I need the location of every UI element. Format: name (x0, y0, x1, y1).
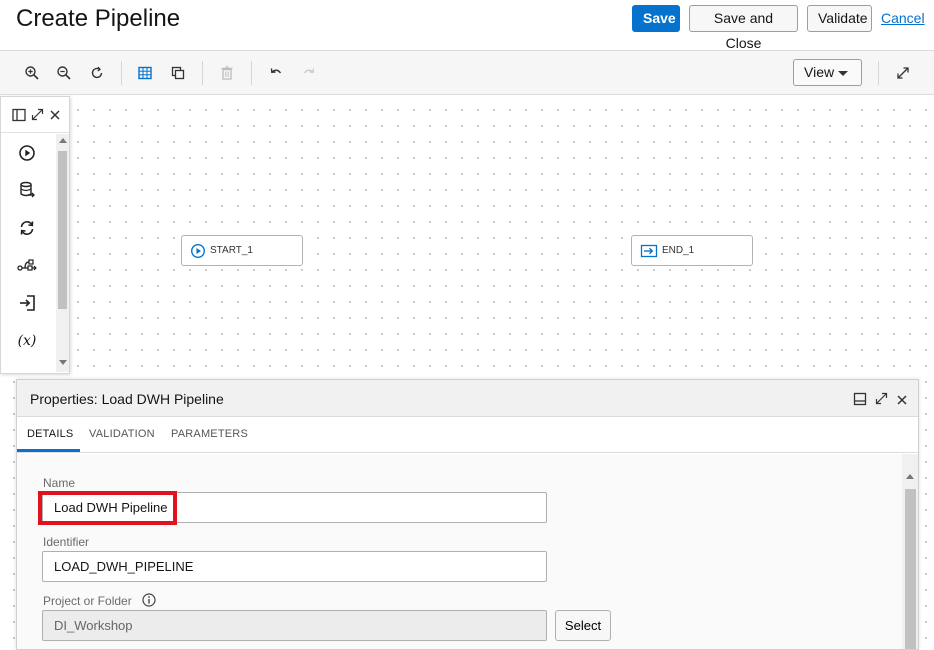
close-icon[interactable] (49, 108, 61, 126)
page-header: Create Pipeline Save Save and Close Vali… (0, 0, 934, 51)
validate-button[interactable]: Validate (807, 5, 872, 32)
identifier-field[interactable]: LOAD_DWH_PIPELINE (42, 551, 547, 582)
tab-parameters[interactable]: PARAMETERS (171, 428, 248, 440)
details-form: Name Load DWH Pipeline Identifier LOAD_D… (17, 454, 902, 649)
project-folder-field: DI_Workshop (42, 610, 547, 641)
page-title: Create Pipeline (16, 5, 181, 32)
tab-details[interactable]: DETAILS (27, 428, 73, 440)
scroll-down-icon[interactable] (59, 360, 67, 365)
zoom-out-icon[interactable] (54, 63, 74, 83)
dock-panel-icon[interactable] (12, 108, 26, 127)
view-menu-label: View (804, 64, 835, 80)
highlight-box (38, 491, 177, 525)
cancel-link[interactable]: Cancel (881, 10, 925, 26)
chevron-down-icon (838, 71, 848, 76)
data-loader-icon[interactable] (15, 178, 39, 202)
grid-icon[interactable] (135, 63, 155, 83)
expand-icon[interactable] (874, 391, 889, 411)
scrollbar-thumb[interactable] (905, 489, 916, 649)
refresh-icon[interactable] (15, 216, 39, 240)
expression-icon[interactable]: (x) (15, 329, 39, 353)
toolbar-divider (202, 61, 203, 85)
scroll-up-icon[interactable] (906, 474, 914, 479)
properties-header: Properties: Load DWH Pipeline (17, 380, 918, 417)
pipeline-node-end[interactable]: END_1 (631, 235, 753, 266)
start-icon (190, 243, 206, 258)
copy-icon[interactable] (168, 63, 188, 83)
project-folder-label: Project or Folder (43, 594, 132, 608)
toolbar-divider (121, 61, 122, 85)
canvas-toolbar: View (0, 51, 934, 95)
delete-icon[interactable] (217, 63, 237, 83)
start-icon[interactable] (15, 141, 39, 165)
name-label: Name (43, 476, 76, 490)
palette-header (1, 97, 70, 133)
expand-icon[interactable] (30, 107, 45, 127)
reset-zoom-icon[interactable] (87, 63, 107, 83)
undo-icon[interactable] (266, 63, 286, 83)
dock-bottom-icon[interactable] (853, 392, 867, 411)
active-tab-indicator (17, 449, 80, 452)
properties-scrollbar[interactable] (902, 454, 918, 649)
integration-icon[interactable] (15, 254, 39, 278)
properties-title: Properties: Load DWH Pipeline (30, 391, 224, 407)
zoom-in-icon[interactable] (22, 63, 42, 83)
redo-icon[interactable] (299, 63, 319, 83)
node-label: START_1 (210, 245, 253, 256)
save-button[interactable]: Save (632, 5, 680, 32)
scroll-up-icon[interactable] (59, 138, 67, 143)
node-label: END_1 (662, 245, 695, 256)
toolbar-divider (878, 61, 879, 85)
scrollbar-thumb[interactable] (58, 151, 67, 309)
select-button[interactable]: Select (555, 610, 611, 641)
palette-scrollbar[interactable] (56, 134, 69, 372)
close-icon[interactable] (896, 393, 908, 411)
expand-icon[interactable] (893, 63, 913, 83)
pipeline-node-start[interactable]: START_1 (181, 235, 303, 266)
view-menu-button[interactable]: View (793, 59, 862, 86)
end-icon[interactable] (15, 291, 39, 315)
operator-palette: (x) (0, 96, 70, 374)
properties-tabs: DETAILS VALIDATION PARAMETERS (17, 417, 918, 453)
identifier-label: Identifier (43, 535, 90, 549)
save-and-close-button[interactable]: Save and Close (689, 5, 798, 51)
toolbar-divider (251, 61, 252, 85)
end-icon (640, 244, 658, 257)
tab-validation[interactable]: VALIDATION (89, 428, 155, 440)
